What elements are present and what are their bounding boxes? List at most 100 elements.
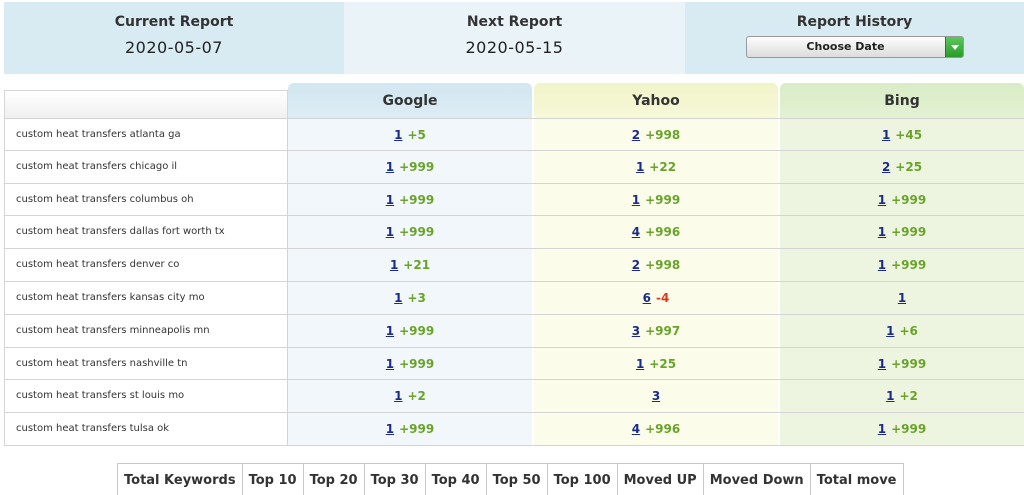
yahoo-rank-link[interactable]: 4: [632, 422, 640, 436]
keyword-column-header: [4, 90, 288, 118]
summary-tab-top-10[interactable]: Top 10: [242, 464, 304, 495]
google-rank-cell: 1 +999: [288, 184, 532, 216]
google-rank-change: +2: [407, 389, 426, 404]
yahoo-rank-cell: 2 +998: [534, 249, 778, 281]
report-history-label: Report History: [796, 14, 913, 30]
yahoo-rank-link[interactable]: 1: [636, 160, 644, 174]
bing-rank-change: +999: [891, 422, 927, 437]
google-rank-link[interactable]: 1: [386, 357, 394, 371]
yahoo-rank-change: +998: [645, 128, 681, 142]
summary-tab-top-40[interactable]: Top 40: [425, 464, 487, 495]
bing-rank-cell: 1 +999: [780, 348, 1024, 380]
google-rank-cell: 1 +999: [288, 151, 532, 183]
chevron-down-icon[interactable]: [944, 37, 963, 57]
yahoo-rank-cell: 2 +998: [534, 119, 778, 150]
bing-rank-change: +2: [899, 389, 918, 404]
bing-rank-link[interactable]: 2: [882, 160, 890, 174]
yahoo-rank-change: +22: [649, 159, 677, 174]
google-rank-change: +999: [399, 159, 435, 174]
bing-rank-link[interactable]: 1: [878, 422, 886, 436]
summary-tabs: Total Keywords Top 10 Top 20 Top 30 Top 40 To…: [117, 463, 904, 495]
google-rank-link[interactable]: 1: [394, 128, 402, 142]
google-rank-link[interactable]: 1: [386, 225, 394, 239]
yahoo-rank-change: +996: [645, 225, 681, 240]
google-rank-cell: 1 +999: [288, 348, 532, 380]
google-rank-link[interactable]: 1: [394, 291, 402, 305]
table-row: custom heat transfers tulsa ok 1 +999 4 +996…: [4, 413, 1024, 446]
keyword-cell: custom heat transfers denver co: [4, 249, 288, 281]
google-rank-change: +5: [407, 128, 426, 142]
yahoo-rank-link[interactable]: 1: [636, 357, 644, 371]
bing-rank-change: +999: [891, 225, 927, 240]
table-body: custom heat transfers atlanta ga 1 +5 2 +998…: [4, 118, 1024, 446]
bing-rank-link[interactable]: 1: [878, 258, 886, 272]
google-rank-link[interactable]: 1: [390, 258, 398, 272]
google-rank-change: +999: [399, 356, 435, 371]
bing-rank-change: +25: [895, 159, 923, 174]
keyword-cell: custom heat transfers dallas fort worth …: [4, 216, 288, 249]
bing-rank-cell: 1 +999: [780, 216, 1024, 248]
table-row: custom heat transfers kansas city mo 1 +3 6…: [4, 281, 1024, 315]
yahoo-rank-link[interactable]: 3: [652, 389, 660, 403]
yahoo-rank-link[interactable]: 2: [632, 258, 640, 272]
bing-rank-cell: 1 +6: [780, 315, 1024, 347]
yahoo-rank-change: +25: [649, 356, 677, 371]
column-header-google: Google: [288, 83, 532, 118]
bing-rank-link[interactable]: 1: [878, 225, 886, 239]
google-rank-link[interactable]: 1: [386, 422, 394, 436]
summary-tab-top-30[interactable]: Top 30: [364, 464, 426, 495]
keyword-cell: custom heat transfers tulsa ok: [4, 413, 288, 445]
google-rank-change: +999: [399, 422, 435, 437]
bing-rank-change: +6: [899, 323, 918, 338]
bing-rank-cell: 1 +2: [780, 380, 1024, 412]
yahoo-rank-cell: 4 +996: [534, 413, 778, 445]
google-rank-link[interactable]: 1: [386, 324, 394, 338]
google-rank-cell: 1 +5: [288, 119, 532, 150]
google-rank-link[interactable]: 1: [386, 193, 394, 207]
summary-tab-total-keywords[interactable]: Total Keywords: [118, 464, 243, 495]
bing-rank-link[interactable]: 1: [878, 193, 886, 207]
choose-date-select[interactable]: Choose Date: [745, 36, 964, 58]
bing-rank-cell: 1 +999: [780, 249, 1024, 281]
google-rank-cell: 1 +999: [288, 216, 532, 248]
yahoo-rank-link[interactable]: 3: [632, 324, 640, 338]
report-history-panel: Report History Choose Date: [685, 2, 1024, 74]
bing-rank-link[interactable]: 1: [886, 389, 894, 403]
bing-rank-link[interactable]: 1: [878, 357, 886, 371]
choose-date-label: Choose Date: [806, 40, 885, 53]
summary-tab-moved-down[interactable]: Moved Down: [703, 464, 811, 495]
summary-tab-top-50[interactable]: Top 50: [486, 464, 548, 495]
google-rank-change: +999: [399, 225, 435, 240]
yahoo-rank-cell: 1 +22: [534, 151, 778, 183]
summary-tab-top-100[interactable]: Top 100: [547, 464, 618, 495]
column-header-bing: Bing: [780, 83, 1024, 118]
bing-rank-cell: 1 +999: [780, 184, 1024, 216]
yahoo-rank-cell: 1 +25: [534, 348, 778, 380]
keyword-cell: custom heat transfers nashville tn: [4, 347, 288, 380]
yahoo-rank-link[interactable]: 6: [643, 291, 651, 305]
bing-rank-change: +45: [895, 128, 923, 142]
next-report-label: Next Report: [466, 14, 563, 30]
google-rank-link[interactable]: 1: [386, 160, 394, 174]
next-report-panel: Next Report 2020-05-15: [344, 2, 685, 74]
summary-tab-top-20[interactable]: Top 20: [303, 464, 365, 495]
bing-rank-cell: 2 +25: [780, 151, 1024, 183]
table-row: custom heat transfers chicago il 1 +999 1 +2…: [4, 150, 1024, 184]
current-report-label: Current Report: [114, 14, 234, 30]
yahoo-rank-change: +999: [645, 192, 681, 207]
bing-rank-link[interactable]: 1: [882, 128, 890, 142]
yahoo-rank-link[interactable]: 2: [632, 128, 640, 142]
summary-tab-moved-up[interactable]: Moved UP: [617, 464, 704, 495]
table-row: custom heat transfers atlanta ga 1 +5 2 +998…: [4, 118, 1024, 151]
yahoo-rank-change: -4: [656, 290, 670, 305]
yahoo-rank-link[interactable]: 4: [632, 225, 640, 239]
keyword-cell: custom heat transfers minneapolis mn: [4, 314, 288, 347]
google-rank-link[interactable]: 1: [394, 389, 402, 403]
yahoo-rank-change: +997: [645, 323, 681, 338]
yahoo-rank-link[interactable]: 1: [632, 193, 640, 207]
bing-rank-link[interactable]: 1: [886, 324, 894, 338]
google-rank-cell: 1 +999: [288, 413, 532, 445]
summary-tab-total-move[interactable]: Total move: [810, 464, 903, 495]
table-row: custom heat transfers columbus oh 1 +999 1 +…: [4, 183, 1024, 217]
bing-rank-link[interactable]: 1: [898, 291, 906, 305]
